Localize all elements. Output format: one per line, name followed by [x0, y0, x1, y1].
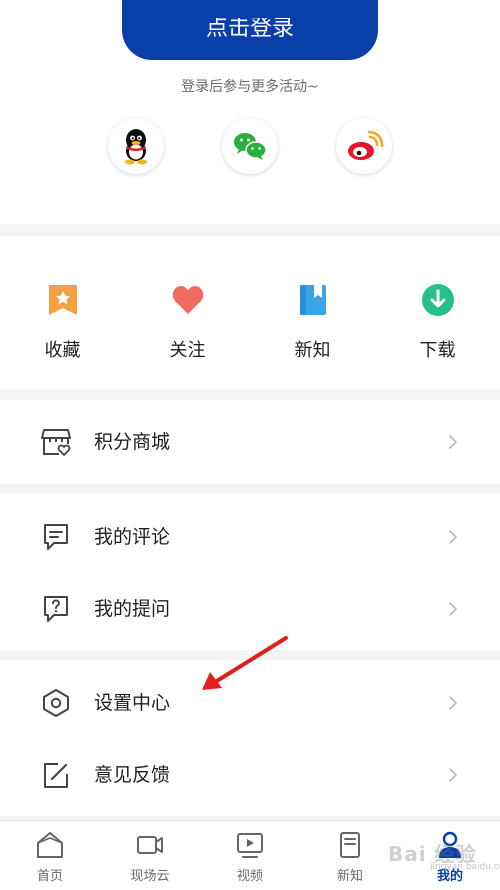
video-camera-icon: [137, 836, 163, 854]
nav-item-home[interactable]: 首页: [0, 821, 100, 890]
chevron-right-icon: [449, 768, 457, 782]
watermark-url: jingyan.baidu.com: [430, 862, 500, 872]
menu-item-mall[interactable]: 积分商城: [0, 406, 500, 478]
menu-item-feedback[interactable]: 意见反馈: [0, 739, 500, 811]
hexagon-settings-icon: [43, 689, 69, 717]
menu-item-label: 我的提问: [94, 598, 171, 620]
menu-card-mall: 积分商城: [0, 400, 500, 484]
menu-item-label: 积分商城: [94, 431, 171, 453]
annotation-arrow: [202, 636, 288, 690]
login-button[interactable]: 点击登录: [122, 0, 378, 60]
wechat-login-button[interactable]: [222, 118, 278, 174]
nav-item-live[interactable]: 现场云: [100, 821, 200, 890]
home-icon: [37, 832, 63, 858]
menu-item-label: 意见反馈: [94, 764, 171, 786]
nav-item-video[interactable]: 视频: [200, 821, 300, 890]
download-icon: [422, 284, 454, 316]
login-hint: 登录后参与更多活动~: [181, 79, 319, 95]
quick-action-label: 下载: [419, 340, 456, 361]
quick-action-label: 收藏: [44, 340, 81, 361]
quick-action-label: 关注: [169, 340, 206, 361]
nav-label: 首页: [36, 869, 63, 884]
weibo-login-button[interactable]: [336, 118, 392, 174]
qq-login-button[interactable]: [108, 118, 164, 174]
store-icon: [41, 429, 71, 457]
chevron-right-icon: [449, 435, 457, 449]
weibo-icon: [348, 130, 384, 160]
menu-item-comments[interactable]: 我的评论: [0, 501, 500, 573]
comment-icon: [44, 524, 68, 550]
login-section: 点击登录 登录后参与更多活动~: [0, 0, 500, 224]
nav-item-xinzhi[interactable]: 新知: [300, 821, 400, 890]
quick-action-xinzhi[interactable]: 新知: [250, 236, 375, 390]
quick-action-label: 新知: [294, 340, 331, 361]
menu-card-activity: 我的评论 我的提问: [0, 494, 500, 650]
chevron-right-icon: [449, 602, 457, 616]
question-icon: [44, 596, 68, 622]
qq-icon: [125, 129, 147, 165]
login-button-label: 点击登录: [205, 18, 294, 40]
bookmark-icon: [49, 285, 77, 315]
quick-action-favorites[interactable]: 收藏: [0, 236, 125, 390]
play-icon: [237, 833, 263, 858]
wechat-icon: [234, 133, 267, 160]
heart-icon: [172, 286, 204, 314]
book-icon: [300, 285, 326, 315]
book-icon: [340, 832, 360, 858]
chevron-right-icon: [449, 530, 457, 544]
nav-label: 视频: [236, 869, 263, 884]
menu-item-label: 设置中心: [94, 692, 171, 714]
quick-action-follow[interactable]: 关注: [125, 236, 250, 390]
chevron-right-icon: [449, 696, 457, 710]
menu-item-label: 我的评论: [94, 526, 171, 548]
quick-action-download[interactable]: 下载: [375, 236, 500, 390]
nav-label: 现场云: [130, 869, 170, 884]
quick-actions: 收藏 关注 新知 下载: [0, 236, 500, 390]
nav-label: 新知: [336, 869, 363, 884]
edit-icon: [44, 763, 68, 788]
